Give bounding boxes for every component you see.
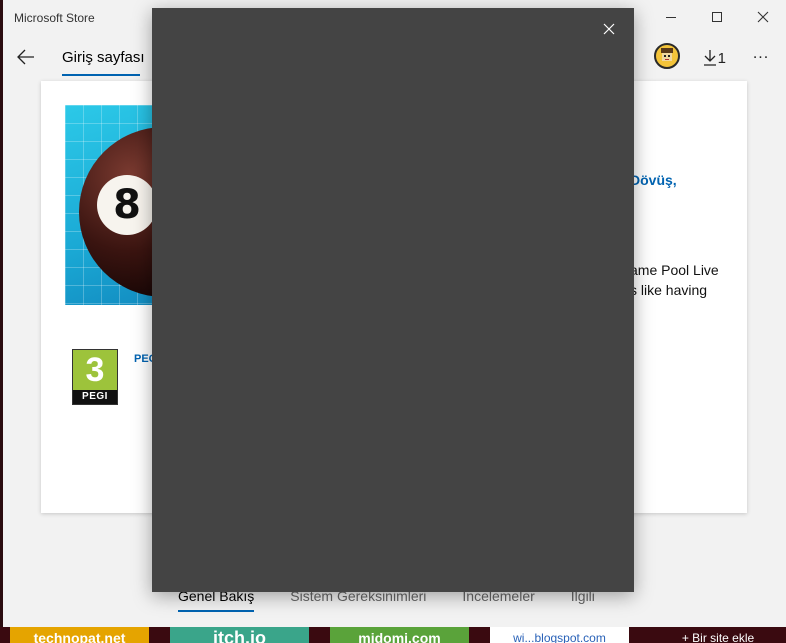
minimize-button[interactable] bbox=[648, 0, 694, 34]
more-options-button[interactable]: ... bbox=[746, 45, 776, 69]
description-line-2: s like having bbox=[630, 282, 708, 298]
nav-active-indicator bbox=[62, 74, 140, 76]
category-link[interactable]: Dövüş, bbox=[630, 172, 677, 188]
speed-dial-tile[interactable]: midomi.com bbox=[330, 627, 469, 643]
minimize-icon bbox=[666, 16, 676, 18]
close-icon bbox=[757, 11, 769, 23]
download-icon bbox=[703, 50, 716, 66]
close-icon bbox=[603, 23, 615, 35]
speed-dial-tile[interactable]: technopat.net bbox=[10, 627, 149, 643]
store-window: Microsoft Store Giriş sayfası 1 ... 8 Dö… bbox=[0, 0, 786, 643]
pegi-rating-badge: 3 PEGI bbox=[72, 349, 118, 405]
app-title: Microsoft Store bbox=[14, 11, 95, 25]
back-button[interactable] bbox=[9, 40, 43, 74]
pegi-label: PEGI bbox=[73, 390, 117, 404]
arrow-left-icon bbox=[17, 49, 34, 65]
media-viewer-dialog bbox=[152, 8, 634, 592]
background-speed-dial-strip: technopat.net itch.io midomi.com wi...bl… bbox=[0, 627, 786, 643]
avatar-face-icon bbox=[661, 48, 673, 61]
speed-dial-tile[interactable]: wi...blogspot.com bbox=[490, 627, 629, 643]
maximize-icon bbox=[712, 12, 722, 22]
window-close-button[interactable] bbox=[740, 0, 786, 34]
nav-home-tab[interactable]: Giriş sayfası bbox=[62, 49, 145, 66]
product-tabs: Genel Bakış Sistem Gereksinimleri İncele… bbox=[178, 588, 595, 618]
maximize-button[interactable] bbox=[694, 0, 740, 34]
speed-dial-tile[interactable]: itch.io bbox=[170, 627, 309, 643]
downloads-count: 1 bbox=[717, 49, 726, 67]
pegi-age-number: 3 bbox=[85, 351, 105, 389]
dialog-close-button[interactable] bbox=[594, 14, 624, 44]
add-site-tile[interactable]: + Bir site ekle bbox=[650, 627, 786, 643]
desktop-edge bbox=[0, 0, 3, 643]
description-line-1: ame Pool Live bbox=[630, 262, 719, 278]
user-avatar[interactable] bbox=[654, 43, 680, 69]
downloads-button[interactable]: 1 bbox=[702, 46, 726, 70]
eight-ball-number: 8 bbox=[97, 175, 157, 235]
